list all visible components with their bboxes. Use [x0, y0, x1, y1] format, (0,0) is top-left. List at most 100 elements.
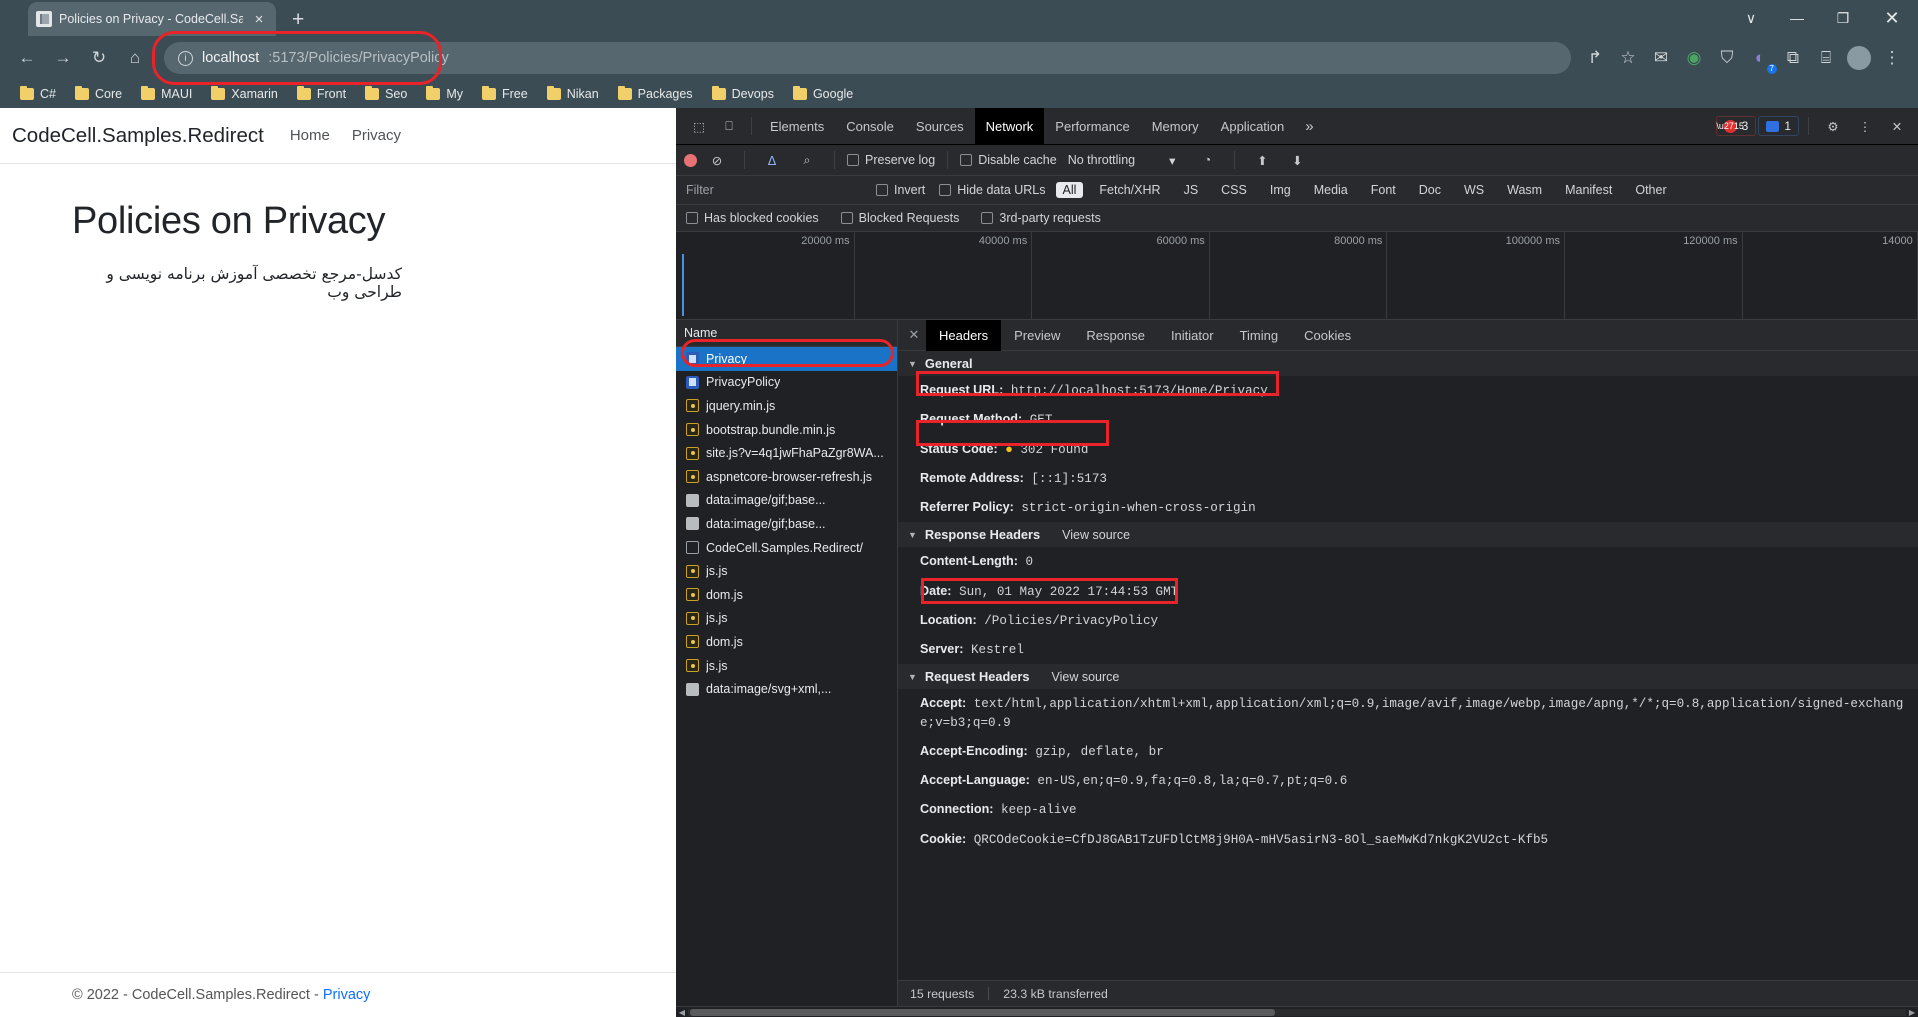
filter-input[interactable]: Filter [676, 183, 876, 197]
message-count-badge[interactable]: 1 [1758, 116, 1799, 136]
section-header-response-headers[interactable]: ▼ Response Headers View source [898, 522, 1918, 548]
checkbox[interactable] [840, 212, 853, 224]
close-detail-icon[interactable]: ✕ [902, 327, 926, 343]
gear-icon[interactable]: ⚙ [1818, 111, 1848, 141]
request-row[interactable]: PrivacyPolicy [676, 371, 897, 395]
checkbox[interactable] [939, 184, 952, 196]
has-blocked-cookies-checkbox[interactable]: Has blocked cookies [686, 211, 819, 225]
devtools-tab-elements[interactable]: Elements [759, 108, 835, 145]
share-icon[interactable]: ↱ [1579, 41, 1611, 75]
checkbox[interactable] [847, 154, 859, 166]
bookmark-google[interactable]: Google [785, 84, 861, 104]
checkbox[interactable] [960, 154, 973, 166]
bookmark-star-icon[interactable]: ☆ [1612, 41, 1644, 75]
side-panel-icon[interactable]: ⌸ [1810, 41, 1842, 75]
bookmark-xamarin[interactable]: Xamarin [203, 84, 286, 104]
request-row[interactable]: jquery.min.js [676, 394, 897, 418]
section-header-request-headers[interactable]: ▼ Request Headers View source [898, 664, 1918, 690]
filter-icon[interactable]: ᐃ [757, 145, 787, 175]
new-tab-button[interactable]: + [292, 8, 304, 32]
filter-type-doc[interactable]: Doc [1412, 182, 1448, 198]
site-nav-home[interactable]: Home [290, 127, 330, 144]
section-header-general[interactable]: ▼ General [898, 351, 1918, 376]
filter-type-font[interactable]: Font [1364, 182, 1403, 198]
bookmark-seo[interactable]: Seo [357, 84, 415, 104]
request-row[interactable]: data:image/svg+xml,... [676, 677, 897, 701]
request-row[interactable]: js.js [676, 559, 897, 583]
filter-type-img[interactable]: Img [1263, 182, 1298, 198]
chevron-down-icon[interactable]: ▼ [908, 672, 917, 682]
device-toolbar-icon[interactable]: ⎕ [714, 111, 744, 141]
more-tabs-icon[interactable]: » [1295, 118, 1323, 135]
filter-type-fetchxhr[interactable]: Fetch/XHR [1092, 182, 1167, 198]
filter-type-manifest[interactable]: Manifest [1558, 182, 1619, 198]
clear-icon[interactable]: ⊘ [702, 145, 732, 175]
scroll-right-icon[interactable]: ▶ [1906, 1008, 1918, 1017]
view-source-link[interactable]: View source [1062, 528, 1130, 542]
request-row[interactable]: dom.js [676, 583, 897, 607]
bookmark-devops[interactable]: Devops [704, 84, 782, 104]
preserve-log-checkbox[interactable]: Preserve log [847, 153, 935, 167]
scroll-left-icon[interactable]: ◀ [676, 1008, 688, 1017]
devtools-menu-icon[interactable]: ⋮ [1850, 111, 1880, 141]
request-row[interactable]: data:image/gif;base... [676, 512, 897, 536]
devtools-tab-memory[interactable]: Memory [1141, 108, 1210, 145]
puzzle-extension-icon[interactable]: ◐ 7 [1744, 41, 1777, 75]
throttling-select[interactable]: No throttling ▾ [1068, 153, 1176, 168]
request-row[interactable]: CodeCell.Samples.Redirect/ [676, 536, 897, 560]
avatar[interactable] [1847, 46, 1871, 70]
record-button[interactable] [684, 153, 697, 167]
blocked-requests-checkbox[interactable]: Blocked Requests [840, 211, 959, 225]
devtools-tab-performance[interactable]: Performance [1044, 108, 1140, 145]
third-party-requests-checkbox[interactable]: 3rd-party requests [981, 211, 1101, 225]
shield-icon[interactable]: ⛉ [1711, 41, 1743, 75]
bookmark-core[interactable]: Core [67, 84, 130, 104]
request-row[interactable]: dom.js [676, 630, 897, 654]
search-icon[interactable]: ⌕ [792, 145, 822, 175]
filter-type-css[interactable]: CSS [1214, 182, 1254, 198]
bookmark-free[interactable]: Free [474, 84, 536, 104]
site-brand[interactable]: CodeCell.Samples.Redirect [12, 124, 264, 148]
bookmark-front[interactable]: Front [289, 84, 354, 104]
invert-checkbox[interactable]: Invert [876, 183, 925, 197]
back-icon[interactable]: ← [10, 41, 44, 75]
close-devtools-icon[interactable]: ✕ [1882, 111, 1912, 141]
detail-tab-response[interactable]: Response [1073, 320, 1158, 351]
request-row[interactable]: data:image/gif;base... [676, 489, 897, 513]
browser-menu-icon[interactable]: ⋮ [1876, 41, 1908, 75]
browser-tab[interactable]: Policies on Privacy - CodeCell.Sa × [28, 2, 276, 36]
network-timeline[interactable]: 20000 ms 40000 ms 60000 ms 80000 ms 100000 m… [676, 232, 1918, 320]
site-nav-privacy[interactable]: Privacy [352, 127, 401, 144]
devtools-tab-network[interactable]: Network [974, 107, 1045, 145]
detail-tab-initiator[interactable]: Initiator [1158, 320, 1227, 351]
reload-icon[interactable]: ↻ [82, 41, 116, 75]
scrollbar-track[interactable] [688, 1008, 1906, 1016]
filter-type-other[interactable]: Other [1628, 182, 1673, 198]
close-window-button[interactable]: ✕ [1866, 0, 1918, 36]
request-row[interactable]: bootstrap.bundle.min.js [676, 418, 897, 442]
home-icon[interactable]: ⌂ [118, 41, 152, 75]
hide-data-urls-checkbox[interactable]: Hide data URLs [939, 183, 1046, 197]
wifi-icon[interactable]: ◔ [1192, 145, 1222, 175]
checkbox[interactable] [686, 212, 698, 224]
filter-type-media[interactable]: Media [1307, 182, 1355, 198]
filter-type-js[interactable]: JS [1177, 182, 1206, 198]
filter-type-wasm[interactable]: Wasm [1500, 182, 1549, 198]
detail-tab-cookies[interactable]: Cookies [1291, 320, 1364, 351]
checkbox[interactable] [876, 184, 888, 196]
footer-privacy-link[interactable]: Privacy [323, 987, 371, 1003]
filter-type-all[interactable]: All [1055, 182, 1084, 198]
extensions-icon[interactable]: ⧉ [1777, 41, 1809, 75]
detail-tab-preview[interactable]: Preview [1001, 320, 1073, 351]
bookmark-c[interactable]: C# [12, 84, 64, 104]
bookmark-packages[interactable]: Packages [610, 84, 701, 104]
chevron-down-icon[interactable]: ∨ [1728, 0, 1774, 36]
checkbox[interactable] [981, 212, 994, 224]
filter-type-ws[interactable]: WS [1457, 182, 1491, 198]
detail-tab-headers[interactable]: Headers [926, 319, 1002, 351]
request-row[interactable]: js.js [676, 607, 897, 631]
devtools-tab-application[interactable]: Application [1210, 108, 1296, 145]
horizontal-scrollbar[interactable]: ◀ ▶ [676, 1006, 1918, 1017]
site-info-icon[interactable]: i [178, 50, 193, 66]
request-row[interactable]: Privacy [676, 347, 897, 371]
